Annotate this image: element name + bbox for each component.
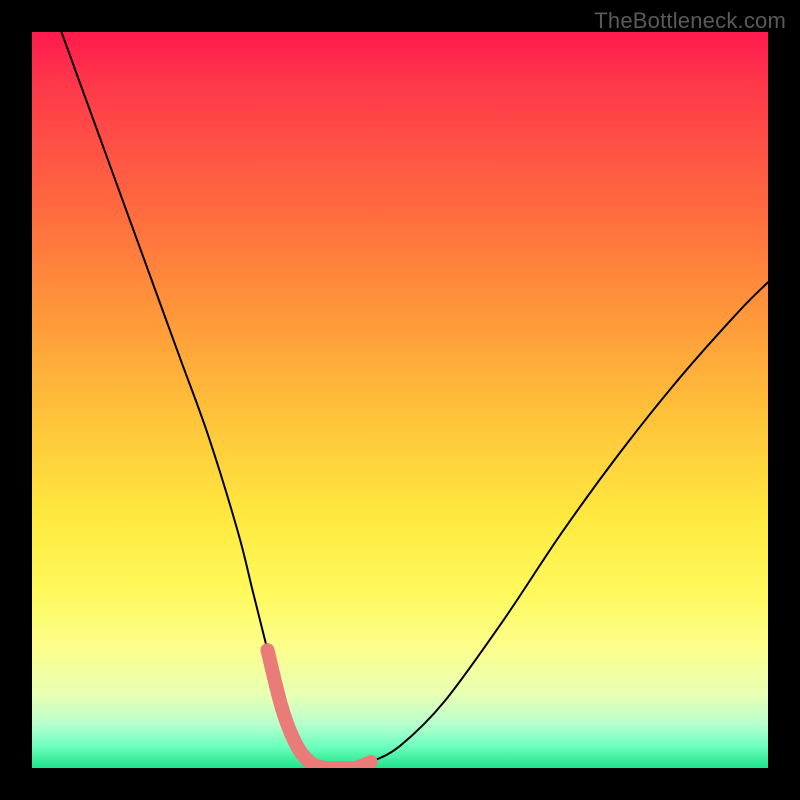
overlay-dot — [290, 739, 304, 753]
watermark-text: TheBottleneck.com — [594, 8, 786, 34]
overlay-dot — [275, 702, 289, 716]
chart-svg — [32, 32, 768, 768]
plot-area — [32, 32, 768, 768]
overlay-dot — [261, 643, 275, 657]
chart-frame: TheBottleneck.com — [0, 0, 800, 800]
curve-bottleneck-curve — [61, 32, 768, 768]
